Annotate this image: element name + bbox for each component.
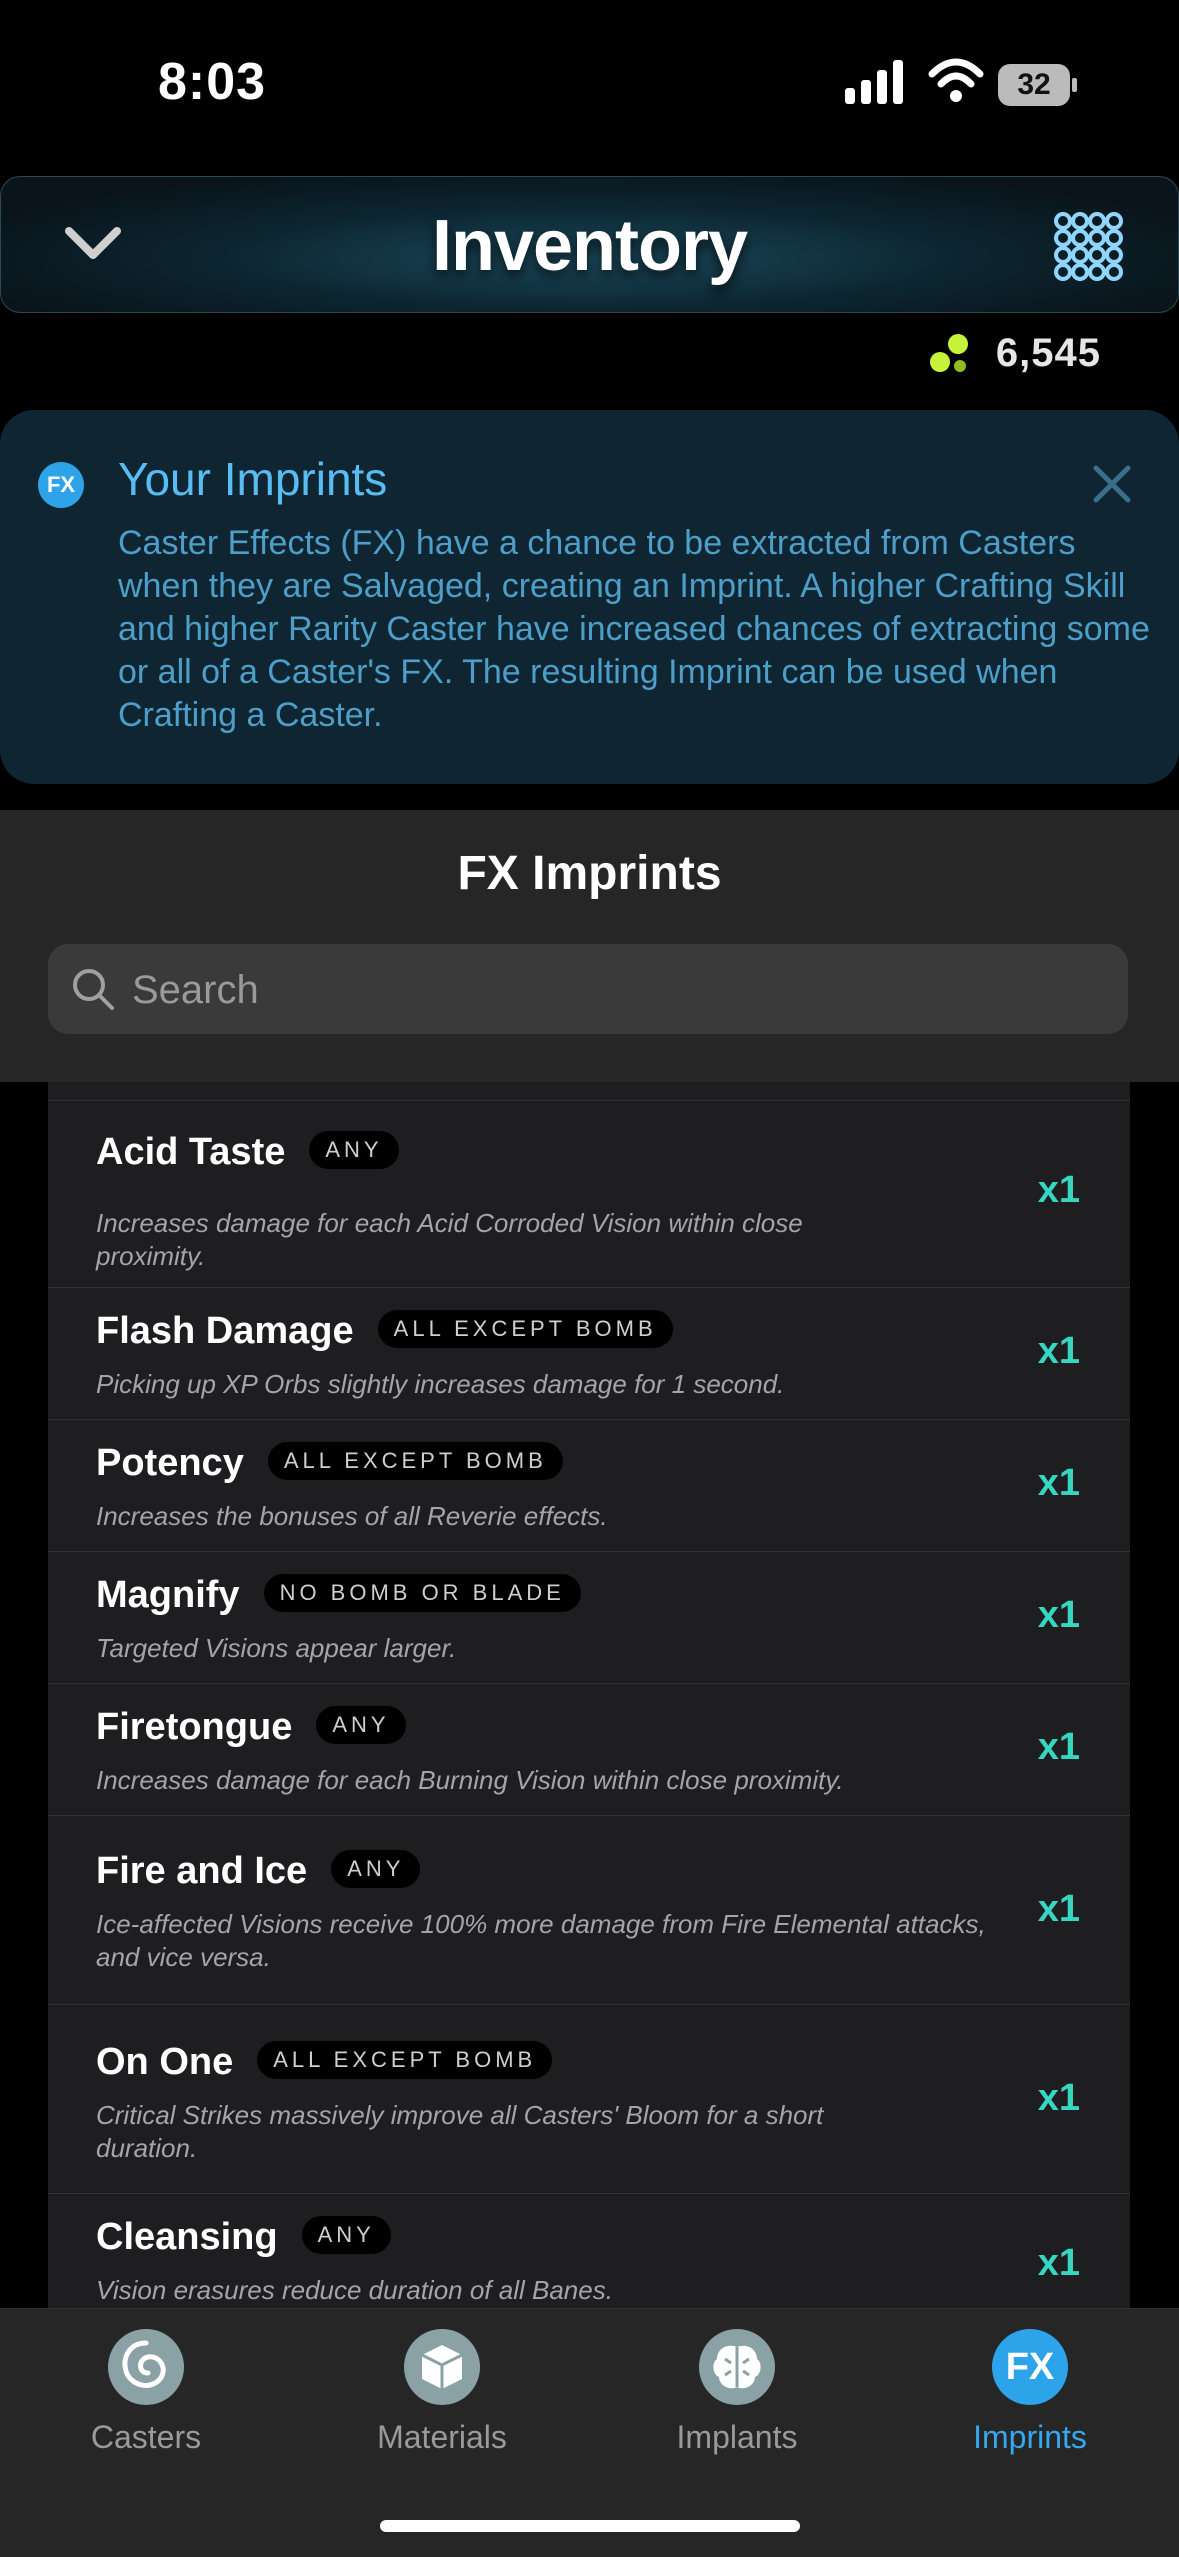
inventory-header: Inventory bbox=[0, 176, 1179, 313]
item-description: Increases damage for each Acid Corroded … bbox=[96, 1208, 803, 1271]
list-item[interactable]: Fire and Ice ANY Ice-affected Visions rec… bbox=[48, 1815, 1130, 2004]
orb-currency-icon bbox=[929, 334, 968, 372]
brain-icon bbox=[699, 2329, 775, 2405]
item-description: Ice-affected Visions receive 100% more d… bbox=[96, 1909, 986, 1972]
item-quantity: x1 bbox=[1037, 2077, 1080, 2119]
list-item[interactable]: Acid Taste ANY Increases damage for each … bbox=[48, 1100, 1130, 1287]
item-quantity: x1 bbox=[1037, 1726, 1080, 1768]
box-icon bbox=[404, 2329, 480, 2405]
grid-menu-icon[interactable] bbox=[1053, 211, 1123, 281]
item-description: Targeted Visions appear larger. bbox=[96, 1633, 457, 1663]
battery-level: 32 bbox=[1017, 68, 1051, 101]
list-item[interactable]: Magnify NO BOMB OR BLADE Targeted Visions… bbox=[48, 1551, 1130, 1683]
search-bar[interactable] bbox=[48, 944, 1128, 1036]
imprints-info-banner: FX Your Imprints Caster Effects (FX) hav… bbox=[0, 410, 1179, 784]
currency-amount: 6,545 bbox=[995, 330, 1101, 375]
info-description: Caster Effects (FX) have a chance to be … bbox=[118, 524, 1150, 734]
caster-type-tag: ANY bbox=[331, 1849, 421, 1888]
fx-imprints-panel: FX Imprints bbox=[0, 810, 1179, 1082]
item-name: Cleansing bbox=[96, 2216, 278, 2258]
close-icon[interactable] bbox=[1090, 462, 1134, 506]
item-name: On One bbox=[96, 2041, 234, 2083]
list-item[interactable]: Potency ALL EXCEPT BOMB Increases the bon… bbox=[48, 1419, 1130, 1551]
tab-label: Casters bbox=[90, 2419, 202, 2455]
tab-materials[interactable]: Materials bbox=[322, 2329, 562, 2456]
tab-label: Implants bbox=[676, 2419, 798, 2455]
caster-type-tag: ALL EXCEPT BOMB bbox=[377, 1309, 673, 1348]
panel-title: FX Imprints bbox=[457, 847, 722, 900]
swirl-icon bbox=[108, 2329, 184, 2405]
caster-type-tag: ANY bbox=[316, 1705, 406, 1744]
fx-icon: FX bbox=[992, 2329, 1068, 2405]
item-name: Flash Damage bbox=[96, 1310, 354, 1352]
caster-type-tag: ANY bbox=[301, 2215, 391, 2254]
list-item[interactable]: Cleansing ANY Vision erasures reduce dura… bbox=[48, 2193, 1130, 2308]
page-title: Inventory bbox=[431, 206, 748, 286]
search-input[interactable] bbox=[130, 944, 1114, 1036]
list-item[interactable]: Firetongue ANY Increases damage for each … bbox=[48, 1683, 1130, 1815]
list-item[interactable]: On One ALL EXCEPT BOMB Critical Strikes m… bbox=[48, 2004, 1130, 2193]
tab-label: Materials bbox=[377, 2419, 507, 2455]
item-description: Critical Strikes massively improve all C… bbox=[96, 2100, 824, 2163]
caster-type-tag: ALL EXCEPT BOMB bbox=[257, 2040, 553, 2079]
item-quantity: x1 bbox=[1037, 1594, 1080, 1636]
item-description: Vision erasures reduce duration of all B… bbox=[96, 2275, 613, 2305]
wifi-icon bbox=[928, 58, 984, 102]
tab-casters[interactable]: Casters bbox=[26, 2329, 266, 2456]
item-quantity: x1 bbox=[1037, 1888, 1080, 1930]
item-name: Fire and Ice bbox=[96, 1850, 308, 1892]
fx-icon: FX bbox=[38, 462, 84, 508]
item-quantity: x1 bbox=[1037, 1330, 1080, 1372]
item-description: Increases damage for each Burning Vision… bbox=[96, 1765, 844, 1795]
item-name: Firetongue bbox=[96, 1706, 293, 1748]
imprints-list[interactable]: Acid Taste ANY Increases damage for each … bbox=[48, 1082, 1130, 2308]
item-description: Picking up XP Orbs slightly increases da… bbox=[96, 1369, 785, 1399]
item-name: Potency bbox=[96, 1442, 244, 1484]
status-time: 8:03 bbox=[158, 53, 267, 111]
item-name: Acid Taste bbox=[96, 1131, 286, 1173]
item-name: Magnify bbox=[96, 1574, 240, 1616]
item-quantity: x1 bbox=[1037, 1169, 1080, 1211]
list-item[interactable] bbox=[48, 1082, 1130, 1100]
tab-label: Imprints bbox=[973, 2419, 1087, 2455]
caster-type-tag: NO BOMB OR BLADE bbox=[263, 1573, 581, 1612]
item-quantity: x1 bbox=[1037, 1462, 1080, 1504]
tab-imprints[interactable]: FX Imprints bbox=[910, 2329, 1150, 2456]
status-bar: 8:03 32 bbox=[0, 0, 1179, 170]
home-indicator[interactable] bbox=[380, 2520, 800, 2532]
battery-indicator: 32 bbox=[998, 64, 1078, 106]
list-item[interactable]: Flash Damage ALL EXCEPT BOMB Picking up X… bbox=[48, 1287, 1130, 1419]
caster-type-tag: ALL EXCEPT BOMB bbox=[267, 1441, 563, 1480]
info-title: Your Imprints bbox=[118, 453, 388, 505]
currency-balance: 6,545 bbox=[924, 328, 1101, 378]
caster-type-tag: ANY bbox=[309, 1130, 399, 1169]
item-description: Increases the bonuses of all Reverie eff… bbox=[96, 1501, 608, 1531]
cellular-signal-icon bbox=[845, 60, 903, 104]
item-quantity: x1 bbox=[1037, 2242, 1080, 2284]
search-icon bbox=[73, 969, 114, 1010]
tab-implants[interactable]: Implants bbox=[617, 2329, 857, 2456]
